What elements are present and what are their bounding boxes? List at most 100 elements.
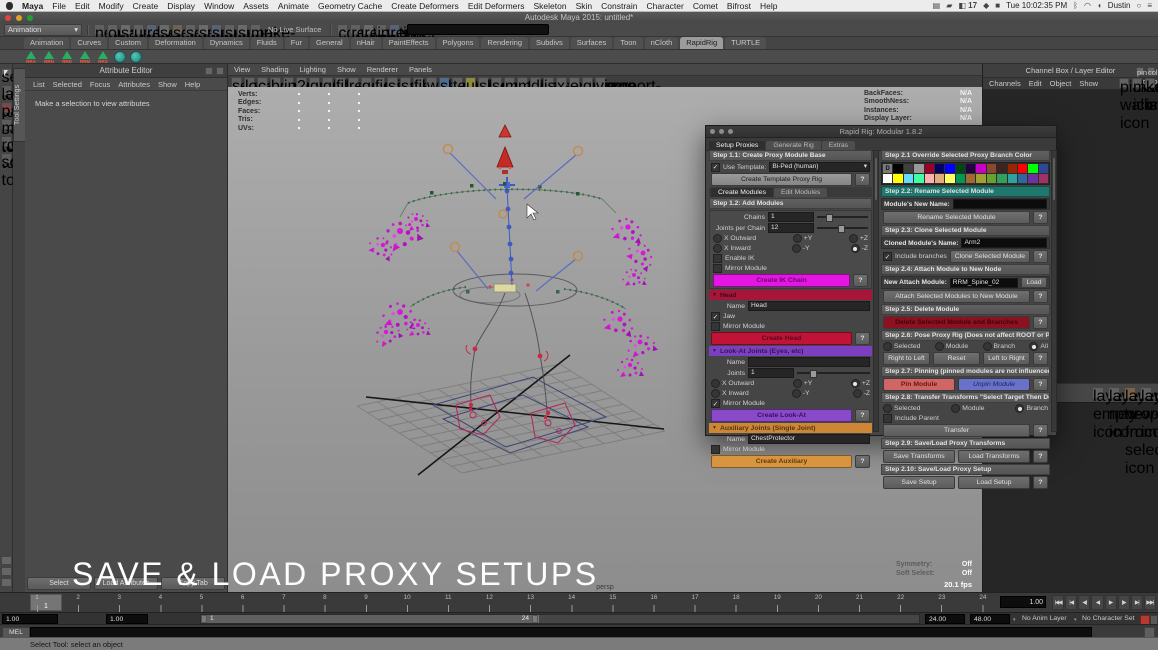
help-button[interactable]: ?: [1033, 450, 1048, 463]
tab[interactable]: Extras: [822, 141, 855, 150]
unpin-module-button[interactable]: Unpin Module: [958, 378, 1030, 391]
head-name-field[interactable]: Head: [748, 301, 870, 311]
scrollbar[interactable]: [873, 150, 879, 432]
status-icon[interactable]: render-settings: [389, 24, 400, 35]
viewport-tool-icon[interactable]: wireframe-mode: [426, 77, 437, 88]
color-swatch[interactable]: [1018, 174, 1027, 183]
status-icon[interactable]: construction-history: [337, 24, 348, 35]
menu-item[interactable]: Edit: [75, 1, 90, 11]
shelf-tab[interactable]: Animation: [24, 37, 69, 49]
app-badge[interactable]: ◧ 17: [958, 1, 977, 10]
shelf-tab[interactable]: Curves: [71, 37, 107, 49]
template-dropdown[interactable]: Bi-Ped (human)▾: [769, 162, 870, 172]
animation-end-field[interactable]: 48.00: [970, 614, 1010, 624]
status-icon[interactable]: select-component: [185, 24, 196, 35]
tool-icon[interactable]: scale-tool: [1, 153, 12, 164]
current-time-field[interactable]: 1.00: [1000, 596, 1046, 608]
menu-item[interactable]: Edit: [1029, 79, 1042, 88]
save-setup-button[interactable]: Save Setup: [883, 476, 955, 489]
color-swatch[interactable]: [1028, 164, 1037, 173]
include-parent-checkbox[interactable]: [883, 414, 892, 423]
shelf-tab[interactable]: PaintEffects: [383, 37, 435, 49]
color-swatch[interactable]: [956, 174, 965, 183]
chains-field[interactable]: 1: [768, 212, 814, 222]
shelf-tab[interactable]: Surfaces: [571, 37, 613, 49]
plus-y-radio[interactable]: [793, 379, 802, 388]
include-branches-checkbox[interactable]: [883, 252, 892, 261]
app-icon[interactable]: ■: [995, 1, 1000, 10]
status-icon[interactable]: select-object: [172, 24, 183, 35]
viewport-tool-icon[interactable]: depth-of-field: [530, 77, 541, 88]
chevron-down-icon[interactable]: ▾: [1013, 617, 1016, 623]
range-end-handle[interactable]: [532, 615, 538, 623]
shelf-button[interactable]: RRD: [60, 51, 74, 63]
viewport-tool-icon[interactable]: fill-mode: [413, 77, 424, 88]
bluetooth-icon[interactable]: ᛒ: [1073, 1, 1078, 10]
help-button[interactable]: ?: [1033, 424, 1048, 437]
radio-option[interactable]: Selected: [883, 404, 920, 413]
color-swatch[interactable]: [914, 174, 923, 183]
x-outward-radio[interactable]: [713, 234, 722, 243]
menu-item[interactable]: Show: [158, 80, 177, 89]
lookat-joints-slider[interactable]: [797, 372, 870, 374]
menu-item[interactable]: Display: [167, 1, 195, 11]
tool-icon[interactable]: rotate-tool: [1, 136, 12, 147]
menu-item[interactable]: Create Deformers: [391, 1, 459, 11]
menu-item[interactable]: Channels: [989, 79, 1021, 88]
viewport-tool-icon[interactable]: field-chart: [374, 77, 385, 88]
menu-item[interactable]: Maya: [22, 1, 43, 11]
panel-icon[interactable]: manipulator-icon: [1132, 78, 1142, 88]
plus-z-radio[interactable]: [849, 234, 858, 243]
panel-icon[interactable]: pin-icon: [1136, 67, 1144, 75]
aux-name-field[interactable]: ChestProtector: [748, 434, 870, 444]
help-button[interactable]: ?: [1033, 211, 1048, 224]
color-swatch[interactable]: [883, 174, 892, 183]
status-icon[interactable]: open-scene: [107, 24, 118, 35]
joints-per-chain-slider[interactable]: [817, 227, 868, 229]
create-lookat-button[interactable]: Create Look-At: [711, 409, 852, 422]
radio-option[interactable]: All: [1029, 342, 1048, 351]
viewport-tool-icon[interactable]: exposure: [569, 77, 580, 88]
tab[interactable]: Edit Modules: [774, 188, 827, 197]
playback-button[interactable]: |▶: [1118, 595, 1130, 610]
playback-button[interactable]: ◀: [1091, 595, 1103, 610]
minus-z-radio[interactable]: [851, 244, 860, 253]
color-swatch[interactable]: [904, 164, 913, 173]
menu-item[interactable]: Comet: [693, 1, 718, 11]
shelf-tab[interactable]: General: [310, 37, 349, 49]
viewport-tool-icon[interactable]: grease-pencil: [309, 77, 320, 88]
color-swatch[interactable]: [893, 174, 902, 183]
lookat-name-field[interactable]: [748, 357, 870, 367]
playback-button[interactable]: ▶▶|: [1144, 595, 1156, 610]
shelf-button[interactable]: RRM: [78, 51, 92, 63]
viewport-tool-icon[interactable]: use-all-lights: [465, 77, 476, 88]
status-icon[interactable]: new-scene: [94, 24, 105, 35]
menu-set-dropdown[interactable]: Animation▾: [4, 24, 82, 36]
viewport-tool-icon[interactable]: shadows: [478, 77, 489, 88]
joints-per-chain-field[interactable]: 12: [768, 223, 814, 233]
playback-start-field[interactable]: 1.00: [106, 614, 148, 624]
apple-icon[interactable]: [6, 2, 13, 10]
viewport-tool-icon[interactable]: gate-mask: [361, 77, 372, 88]
viewport-tool-icon[interactable]: motion-blur: [504, 77, 515, 88]
menu-item[interactable]: File: [52, 1, 66, 11]
layer-icon[interactable]: layer-new-from-selected-icon: [1124, 387, 1136, 399]
color-swatch[interactable]: [956, 164, 965, 173]
radio-option[interactable]: Selected: [883, 342, 920, 351]
viewport-tool-icon[interactable]: select-camera: [231, 77, 242, 88]
menu-item[interactable]: Animate: [278, 1, 309, 11]
character-set-selector[interactable]: No Character Set: [1082, 615, 1135, 622]
menu-item[interactable]: List: [33, 80, 45, 89]
radio-option[interactable]: Module: [951, 404, 984, 413]
shelf-tab[interactable]: Toon: [614, 37, 642, 49]
color-swatch[interactable]: [987, 174, 996, 183]
shield-icon[interactable]: ◆: [983, 1, 989, 10]
color-swatch[interactable]: [976, 174, 985, 183]
volume-icon[interactable]: ◖: [1097, 1, 1102, 10]
status-icon[interactable]: undo: [133, 24, 144, 35]
shelf-button[interactable]: RRN: [42, 51, 56, 63]
radio-option[interactable]: Branch: [983, 342, 1016, 351]
viewport-tool-icon[interactable]: film-gate: [335, 77, 346, 88]
viewport-tool-icon[interactable]: grid: [322, 77, 333, 88]
layer-icon[interactable]: layer-empty-icon: [1092, 387, 1104, 399]
